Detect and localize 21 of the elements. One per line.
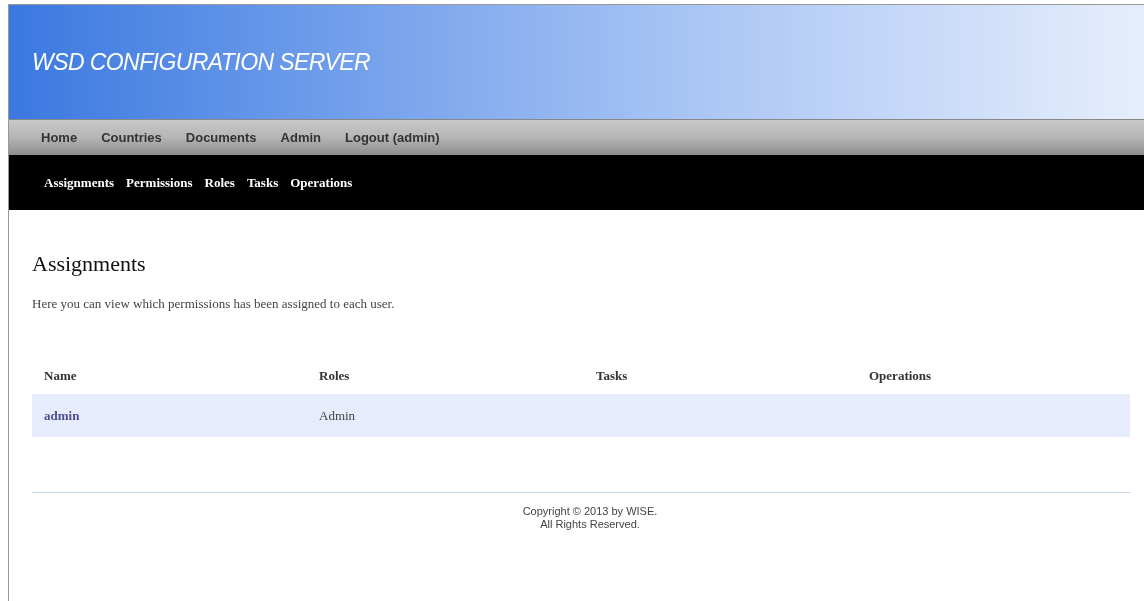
submenu-link[interactable]: Assignments xyxy=(44,172,115,193)
column-header: Name xyxy=(44,367,77,383)
submenu-link[interactable]: Operations xyxy=(290,172,353,193)
menu-link[interactable]: Documents xyxy=(185,127,257,148)
column-header: Roles xyxy=(319,367,350,383)
page-heading: Assignments xyxy=(32,250,147,278)
menu-link[interactable]: Logout (admin) xyxy=(345,127,440,148)
column-header: Tasks xyxy=(596,367,628,383)
menu-link[interactable]: Admin xyxy=(280,127,322,148)
page-description: Here you can view which permissions has been assigned to each user. xyxy=(32,295,396,313)
table-cell: Admin xyxy=(319,408,356,423)
copyright-text: All Rights Reserved. xyxy=(540,517,640,531)
submenu-link[interactable]: Roles xyxy=(204,172,235,193)
menu-link[interactable]: Home xyxy=(41,127,78,148)
site-title: WSD CONFIGURATION SERVER xyxy=(32,47,371,77)
submenu-link[interactable]: Tasks xyxy=(246,172,279,193)
user-link[interactable]: admin xyxy=(44,408,80,423)
submenu-link[interactable]: Permissions xyxy=(126,172,193,193)
menu-link[interactable]: Countries xyxy=(101,127,162,148)
copyright-text: Copyright © 2013 by WISE. xyxy=(522,504,658,518)
column-header: Operations xyxy=(869,367,932,383)
